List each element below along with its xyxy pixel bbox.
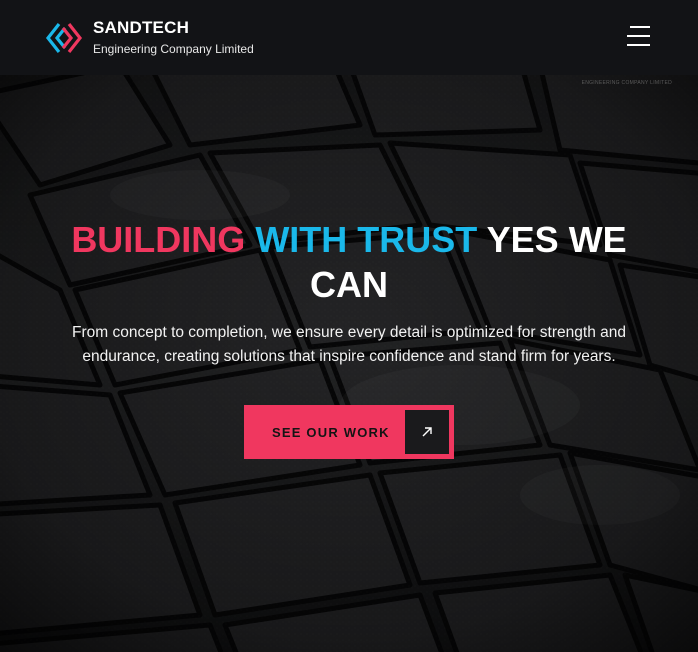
menu-line	[627, 44, 650, 46]
hero-tag-text: ENGINEERING COMPANY LIMITED	[581, 80, 672, 86]
arrow-up-right-icon	[405, 410, 449, 454]
headline-blue-part: WITH TRUST	[255, 219, 478, 260]
hero-description: From concept to completion, we ensure ev…	[72, 324, 626, 365]
site-header: SANDTECH Engineering Company Limited	[0, 0, 698, 75]
brand-subtitle: Engineering Company Limited	[93, 42, 254, 56]
hexagon-chevron-logo-icon[interactable]	[45, 19, 83, 57]
hero-headline: BUILDING WITH TRUST YES WE CAN	[0, 217, 698, 307]
headline-pink-part: BUILDING	[71, 219, 246, 260]
menu-line	[627, 35, 650, 37]
menu-line	[630, 26, 650, 28]
cta-label: SEE OUR WORK	[272, 424, 390, 440]
hero-section: ENGINEERING COMPANY LIMITED BUILDING WIT…	[0, 75, 698, 652]
brand-name[interactable]: SANDTECH	[93, 18, 254, 38]
hamburger-menu-icon[interactable]	[626, 24, 654, 48]
see-our-work-button[interactable]: SEE OUR WORK	[244, 405, 454, 459]
brand-block[interactable]: SANDTECH Engineering Company Limited	[93, 18, 254, 57]
